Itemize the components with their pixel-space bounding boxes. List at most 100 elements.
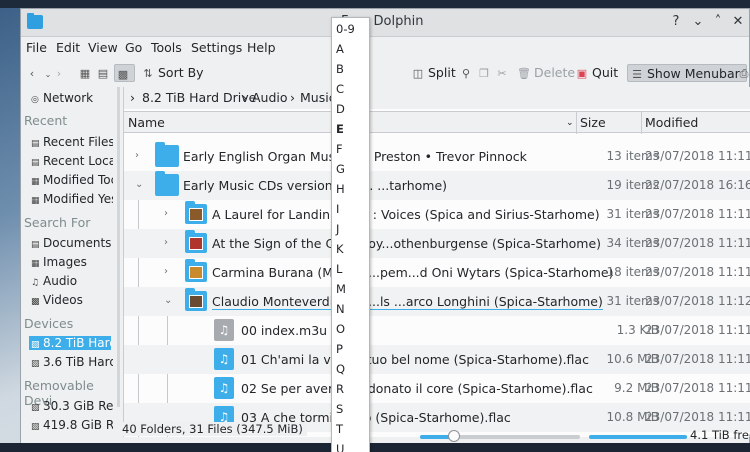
menu-view[interactable]: View [88,40,118,55]
column-divider[interactable] [641,112,642,134]
cut-button[interactable]: ✂ [495,64,512,82]
minimize-icon[interactable]: ⌄ [689,13,707,31]
copy-button[interactable]: ❐ [477,64,494,82]
jump-letter[interactable]: A [336,42,344,56]
help-icon[interactable]: ? [667,13,685,31]
compact-view-icon: ▤ [97,67,109,80]
table-row[interactable]: › Carmina Burana (Medi... ...pem...d Oni… [124,258,750,287]
place-modified-yesterday[interactable]: ▦ Modified Yes [31,192,113,206]
place-network[interactable]: ◎ Network [31,91,113,105]
table-row[interactable]: ♫ 01 Ch'ami la vita ... tuo bel nome (Sp… [124,345,750,374]
jump-letter[interactable]: T [336,422,343,436]
dolphin-window: F... – Dolphin ? ⌄ ˄ ✕ File Edit View Go… [20,8,750,445]
jump-letter[interactable]: J [336,222,339,236]
expand-icon[interactable]: › [164,208,168,219]
jump-letter[interactable]: I [336,202,339,216]
table-row[interactable]: › Early English Organ Music - ... Presto… [124,142,750,171]
row-name: 00 index.m3u [241,323,328,338]
jump-letter[interactable]: O [336,322,345,336]
section-devices: Devices [24,316,74,331]
place-images[interactable]: ▦ Images [31,255,113,269]
collapse-icon[interactable]: ⌄ [135,179,143,190]
menu-file[interactable]: File [26,40,47,55]
row-modified: 23/07/2018 11:12 [645,294,750,308]
maximize-icon[interactable]: ˄ [709,13,727,31]
place-label: Modified Yes [43,192,113,206]
jump-letter[interactable]: B [336,62,344,76]
jump-letter[interactable]: P [336,342,343,356]
delete-button[interactable]: 🗑 Delete [517,64,575,82]
row-modified: 23/07/2018 11:11 [645,381,750,395]
menu-settings[interactable]: Settings [191,40,242,55]
column-size[interactable]: Size [580,115,606,130]
jump-letter[interactable]: H [336,182,345,196]
jump-letter[interactable]: F [336,142,343,156]
breadcrumb-audio[interactable]: Audio [252,90,288,105]
quit-button[interactable]: ▣ Quit [575,64,618,82]
place-modified-today[interactable]: ▦ Modified Toc [31,173,113,187]
jump-letter[interactable]: D [336,102,345,116]
back-button[interactable]: ‹ [25,64,42,82]
row-name: At the Sign of the Crur ...oy...othenbur… [212,236,602,251]
column-modified[interactable]: Modified [645,115,698,130]
title-bar[interactable]: F... – Dolphin ? ⌄ ˄ ✕ [21,9,749,37]
places-scrollbar[interactable] [117,87,120,407]
place-recent-locations[interactable]: ▤ Recent Locat [31,154,113,168]
removable-419-8-gib[interactable]: ▧ 419.8 GiB R [31,418,113,432]
jump-letter[interactable]: S [336,402,343,416]
table-row[interactable]: › A Laurel for Landini by ... : Voices (… [124,200,750,229]
search-button[interactable]: ⚲ [459,64,476,82]
section-search-for: Search For [24,215,91,230]
jump-letter[interactable]: C [336,82,344,96]
compact-view-button[interactable]: ▤ [96,64,113,82]
jump-letter[interactable]: U [336,442,344,452]
place-recent-files[interactable]: ▤ Recent Files [31,135,113,149]
sort-by-button[interactable]: ⇅ Sort By [141,64,203,82]
split-button[interactable]: ◫ Split [411,64,456,82]
jump-letter[interactable]: G [336,162,345,176]
zoom-slider-handle[interactable] [448,430,460,442]
jump-letter[interactable]: 0-9 [336,22,355,36]
column-name[interactable]: Name [128,115,165,130]
forward-button[interactable]: › [52,64,69,82]
table-row[interactable]: › At the Sign of the Crur ...oy...othenb… [124,229,750,258]
overflow-button[interactable]: ⎙ [737,64,750,82]
jump-letter[interactable]: L [336,262,342,276]
table-row[interactable]: ⌄ Early Music CDs version 3 (S... ...tar… [124,171,750,200]
jump-letter[interactable]: E [336,122,344,136]
letter-jump-list[interactable]: 0-9 A B C D E F G H I J K L M N O P Q R S T U [331,17,370,452]
expand-icon[interactable]: › [135,150,139,161]
breadcrumb-drive[interactable]: 8.2 TiB Hard Drive [142,90,256,105]
place-documents[interactable]: ▤ Documents [31,236,113,250]
details-view-icon: ▩ [117,68,129,81]
jump-letter[interactable]: Q [336,362,345,376]
device-8-2-tib[interactable]: ▧ 8.2 TiB Hard [29,336,111,350]
menu-go[interactable]: Go [125,40,142,55]
jump-letter[interactable]: R [336,382,344,396]
menu-edit[interactable]: Edit [56,40,80,55]
icons-view-button[interactable]: ▦ [78,64,95,82]
jump-letter[interactable]: N [336,302,345,316]
close-icon[interactable]: ✕ [729,13,747,31]
show-menubar-button[interactable]: ☰ Show Menubar [627,64,747,82]
menu-help[interactable]: Help [247,40,276,55]
jump-letter[interactable]: M [336,282,346,296]
menu-tools[interactable]: Tools [151,40,182,55]
place-videos[interactable]: ▩ Videos [31,293,113,307]
menu-bar: File Edit View Go Tools Settings Help [21,37,749,59]
table-row[interactable]: ⌄ Claudio Monteverdi: M... ...ls ...arco… [124,287,750,316]
table-row[interactable]: ♫ 00 index.m3u 1.3 KiB 23/07/2018 11:11 [124,316,750,345]
jump-letter[interactable]: K [336,242,344,256]
row-modified: 23/07/2018 11:11 [645,410,750,424]
details-view-button[interactable]: ▩ [114,64,135,82]
table-row[interactable]: ♫ 02 Se per avervi, ... donato il core (… [124,374,750,403]
expand-icon[interactable]: › [164,237,168,248]
place-audio[interactable]: ♫ Audio [31,274,113,288]
collapse-icon[interactable]: ⌄ [164,295,172,306]
device-3-6-tib[interactable]: ▧ 3.6 TiB Hard [31,355,113,369]
removable-30-3-gib[interactable]: ▧30.3 GiB Ren [31,399,113,413]
zoom-slider[interactable] [420,430,580,442]
expand-icon[interactable]: › [164,266,168,277]
place-label: Audio [43,274,78,288]
column-divider[interactable] [576,112,577,134]
